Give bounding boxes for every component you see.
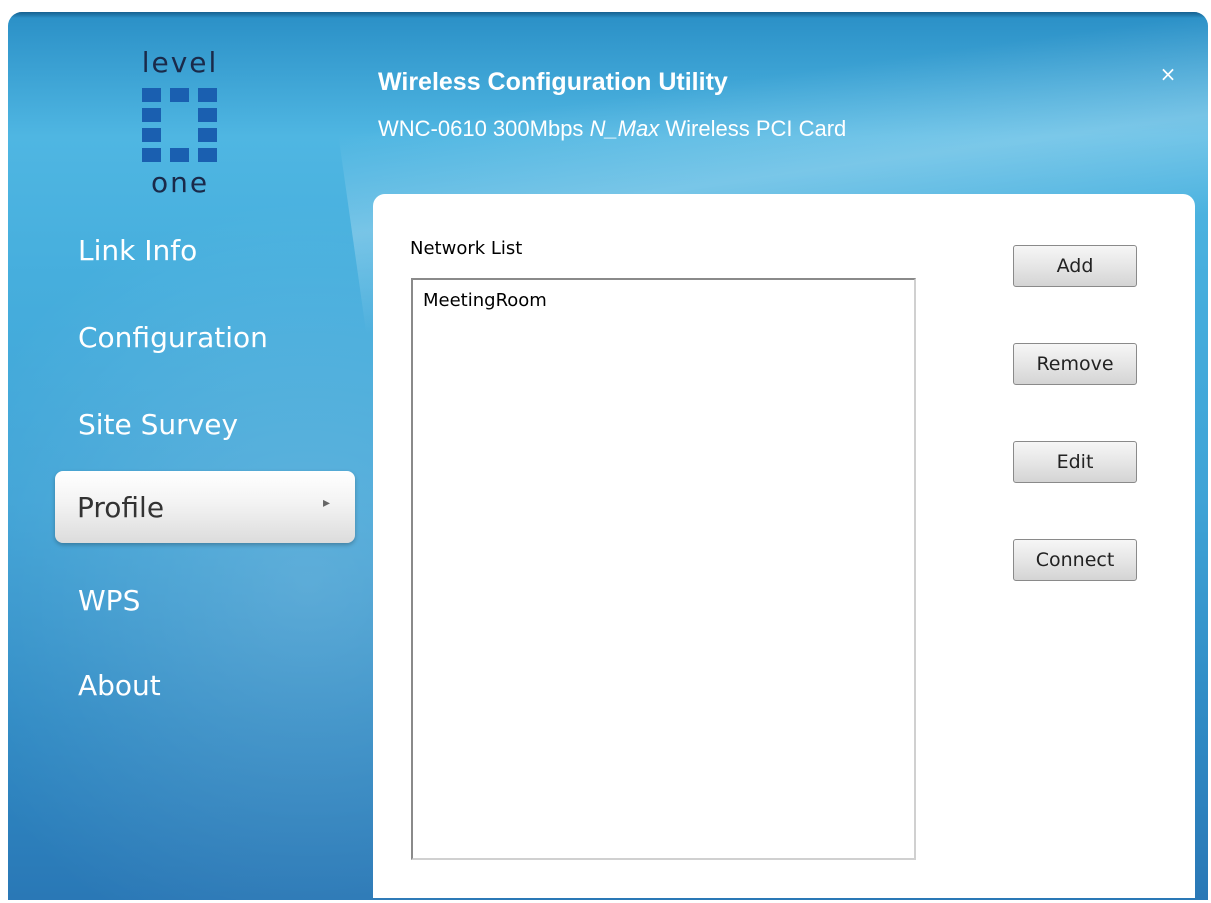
subtitle-model: N_Max <box>589 116 660 141</box>
chevron-right-icon: ▸ <box>323 495 331 511</box>
device-subtitle: WNC-0610 300Mbps N_Max Wireless PCI Card <box>378 116 846 142</box>
sidebar-item-configuration[interactable]: Configuration <box>78 321 268 354</box>
close-icon[interactable]: × <box>1158 64 1178 84</box>
network-listbox[interactable]: MeetingRoom <box>411 278 916 860</box>
subtitle-suffix: Wireless PCI Card <box>665 116 847 141</box>
sidebar-item-profile[interactable]: Profile ▸ <box>55 471 355 543</box>
list-item[interactable]: MeetingRoom <box>423 290 547 311</box>
sidebar-item-site-survey[interactable]: Site Survey <box>78 408 238 441</box>
logo-top-text: level <box>141 46 219 79</box>
sidebar-item-link-info[interactable]: Link Info <box>78 234 197 267</box>
subtitle-prefix: WNC-0610 300Mbps <box>378 116 584 141</box>
sidebar-item-profile-label: Profile <box>77 491 165 524</box>
logo-bottom-text: one <box>150 166 210 199</box>
add-button[interactable]: Add <box>1013 245 1137 287</box>
logo-grid-icon <box>142 88 218 164</box>
remove-button[interactable]: Remove <box>1013 343 1137 385</box>
connect-button[interactable]: Connect <box>1013 539 1137 581</box>
edit-button[interactable]: Edit <box>1013 441 1137 483</box>
sidebar-item-wps[interactable]: WPS <box>78 584 140 617</box>
level-one-logo: level one <box>130 42 230 202</box>
sidebar-item-about[interactable]: About <box>78 669 161 702</box>
network-list-label: Network List <box>410 238 523 259</box>
app-title: Wireless Configuration Utility <box>378 68 728 96</box>
